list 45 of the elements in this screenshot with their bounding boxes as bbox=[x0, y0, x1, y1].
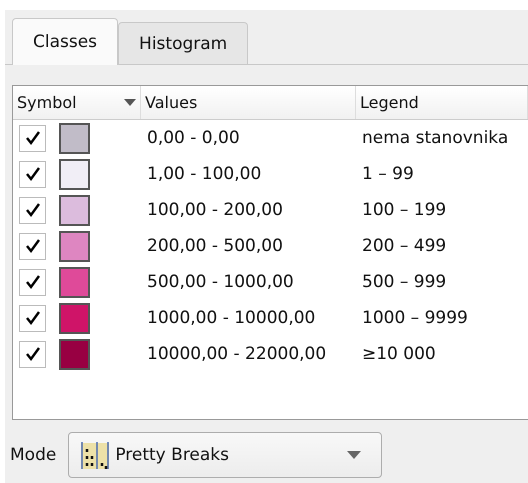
table-cell: 10000,00 - 22000,00 bbox=[147, 344, 326, 364]
column-header[interactable]: Values bbox=[145, 93, 198, 112]
tab[interactable]: Histogram bbox=[118, 22, 248, 64]
table-cell: 100,00 - 200,00 bbox=[147, 200, 283, 220]
checkbox[interactable] bbox=[19, 304, 46, 332]
table-cell: 0,00 - 0,00 bbox=[147, 128, 240, 148]
checkmark-icon bbox=[24, 310, 40, 326]
checkbox[interactable] bbox=[19, 340, 46, 368]
checkmark-icon bbox=[24, 202, 40, 218]
checkbox[interactable] bbox=[19, 160, 46, 188]
table-cell: nema stanovnika bbox=[362, 128, 508, 148]
checkmark-icon bbox=[24, 346, 40, 362]
table-cell: 200,00 - 500,00 bbox=[147, 236, 283, 256]
table-cell: ≥10 000 bbox=[362, 344, 436, 364]
table-cell: 500 – 999 bbox=[362, 272, 446, 292]
table-cell: 1 – 99 bbox=[362, 164, 414, 184]
color-swatch[interactable] bbox=[59, 158, 90, 190]
tab[interactable]: Classes bbox=[12, 18, 118, 65]
color-swatch[interactable] bbox=[59, 230, 90, 262]
checkmark-icon bbox=[24, 238, 40, 254]
checkmark-icon bbox=[24, 130, 40, 146]
mode-dropdown[interactable]: Pretty Breaks bbox=[68, 432, 382, 478]
table-cell: 100 – 199 bbox=[362, 200, 446, 220]
color-swatch[interactable] bbox=[59, 338, 90, 370]
table-cell: 1000,00 - 10000,00 bbox=[147, 308, 316, 328]
mode-label: Mode bbox=[10, 445, 56, 465]
column-header[interactable]: Symbol bbox=[17, 93, 77, 112]
color-swatch[interactable] bbox=[59, 266, 90, 298]
dropdown-arrow-icon bbox=[347, 451, 362, 459]
checkbox[interactable] bbox=[19, 124, 46, 152]
checkbox[interactable] bbox=[19, 196, 46, 224]
table-cell: 500,00 - 1000,00 bbox=[147, 272, 294, 292]
checkbox[interactable] bbox=[19, 232, 46, 260]
table-cell: 1000 – 9999 bbox=[362, 308, 468, 328]
table-cell: 1,00 - 100,00 bbox=[147, 164, 262, 184]
column-header[interactable]: Legend bbox=[360, 93, 419, 112]
histogram-icon bbox=[79, 439, 112, 471]
color-swatch[interactable] bbox=[59, 194, 90, 226]
color-swatch[interactable] bbox=[59, 122, 90, 154]
color-swatch[interactable] bbox=[59, 302, 90, 334]
table-cell: 200 – 499 bbox=[362, 236, 446, 256]
checkmark-icon bbox=[24, 166, 40, 182]
sort-arrow-icon bbox=[124, 99, 136, 106]
checkmark-icon bbox=[24, 274, 40, 290]
checkbox[interactable] bbox=[19, 268, 46, 296]
